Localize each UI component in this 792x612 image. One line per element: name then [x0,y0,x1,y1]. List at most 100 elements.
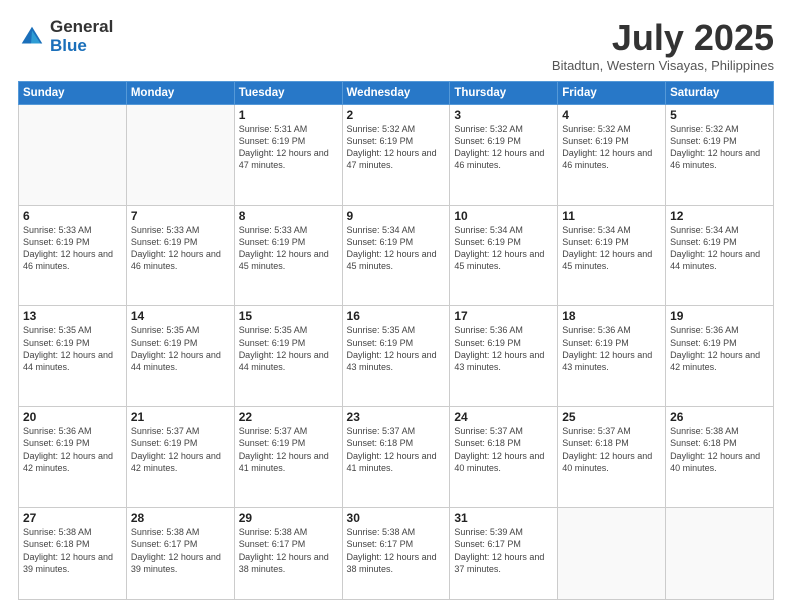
day-number: 17 [454,309,553,323]
calendar-cell: 7Sunrise: 5:33 AM Sunset: 6:19 PM Daylig… [126,205,234,306]
calendar-cell: 12Sunrise: 5:34 AM Sunset: 6:19 PM Dayli… [666,205,774,306]
day-number: 15 [239,309,338,323]
day-number: 4 [562,108,661,122]
day-info: Sunrise: 5:37 AM Sunset: 6:18 PM Dayligh… [454,425,553,474]
logo-icon [18,23,46,51]
day-info: Sunrise: 5:34 AM Sunset: 6:19 PM Dayligh… [454,224,553,273]
day-info: Sunrise: 5:36 AM Sunset: 6:19 PM Dayligh… [23,425,122,474]
day-info: Sunrise: 5:34 AM Sunset: 6:19 PM Dayligh… [670,224,769,273]
calendar-cell: 31Sunrise: 5:39 AM Sunset: 6:17 PM Dayli… [450,508,558,600]
day-info: Sunrise: 5:35 AM Sunset: 6:19 PM Dayligh… [131,324,230,373]
day-info: Sunrise: 5:37 AM Sunset: 6:18 PM Dayligh… [562,425,661,474]
calendar-cell: 24Sunrise: 5:37 AM Sunset: 6:18 PM Dayli… [450,407,558,508]
day-info: Sunrise: 5:36 AM Sunset: 6:19 PM Dayligh… [670,324,769,373]
calendar-cell [558,508,666,600]
weekday-header-row: SundayMondayTuesdayWednesdayThursdayFrid… [19,81,774,104]
day-info: Sunrise: 5:38 AM Sunset: 6:17 PM Dayligh… [239,526,338,575]
day-number: 28 [131,511,230,525]
calendar-cell: 9Sunrise: 5:34 AM Sunset: 6:19 PM Daylig… [342,205,450,306]
day-info: Sunrise: 5:38 AM Sunset: 6:17 PM Dayligh… [131,526,230,575]
week-row-2: 6 Sunrise: 5:33 AM Sunset: 6:19 PM Daylig… [19,205,774,306]
day-info: Sunrise: 5:35 AM Sunset: 6:19 PM Dayligh… [23,324,122,373]
day-info: Sunrise: 5:33 AM Sunset: 6:19 PM Dayligh… [131,224,230,273]
logo-blue: Blue [50,37,113,56]
day-info: Sunrise: 5:34 AM Sunset: 6:19 PM Dayligh… [562,224,661,273]
calendar-cell: 8Sunrise: 5:33 AM Sunset: 6:19 PM Daylig… [234,205,342,306]
calendar-cell: 13Sunrise: 5:35 AM Sunset: 6:19 PM Dayli… [19,306,127,407]
calendar-cell: 10Sunrise: 5:34 AM Sunset: 6:19 PM Dayli… [450,205,558,306]
day-number: 6 [23,209,122,223]
day-number: 3 [454,108,553,122]
day-number: 22 [239,410,338,424]
day-info: Sunrise: 5:35 AM Sunset: 6:19 PM Dayligh… [239,324,338,373]
day-number: 11 [562,209,661,223]
header: General Blue July 2025 Bitadtun, Western… [18,18,774,73]
weekday-header-saturday: Saturday [666,81,774,104]
calendar-cell [19,104,127,205]
calendar-table: SundayMondayTuesdayWednesdayThursdayFrid… [18,81,774,600]
calendar-cell: 2Sunrise: 5:32 AM Sunset: 6:19 PM Daylig… [342,104,450,205]
day-number: 20 [23,410,122,424]
day-info: Sunrise: 5:38 AM Sunset: 6:18 PM Dayligh… [670,425,769,474]
day-number: 14 [131,309,230,323]
calendar-cell: 30Sunrise: 5:38 AM Sunset: 6:17 PM Dayli… [342,508,450,600]
calendar-cell: 28Sunrise: 5:38 AM Sunset: 6:17 PM Dayli… [126,508,234,600]
logo: General Blue [18,18,113,55]
day-info: Sunrise: 5:32 AM Sunset: 6:19 PM Dayligh… [670,123,769,172]
day-number: 30 [347,511,446,525]
title-month: July 2025 [552,18,774,58]
title-block: July 2025 Bitadtun, Western Visayas, Phi… [552,18,774,73]
day-info: Sunrise: 5:39 AM Sunset: 6:17 PM Dayligh… [454,526,553,575]
calendar-cell: 3Sunrise: 5:32 AM Sunset: 6:19 PM Daylig… [450,104,558,205]
calendar-cell: 26Sunrise: 5:38 AM Sunset: 6:18 PM Dayli… [666,407,774,508]
day-number: 8 [239,209,338,223]
logo-general: General [50,18,113,37]
week-row-3: 13Sunrise: 5:35 AM Sunset: 6:19 PM Dayli… [19,306,774,407]
day-number: 31 [454,511,553,525]
day-number: 29 [239,511,338,525]
day-info: Sunrise: 5:37 AM Sunset: 6:19 PM Dayligh… [131,425,230,474]
calendar-cell: 18Sunrise: 5:36 AM Sunset: 6:19 PM Dayli… [558,306,666,407]
calendar-cell: 5Sunrise: 5:32 AM Sunset: 6:19 PM Daylig… [666,104,774,205]
day-number: 13 [23,309,122,323]
day-number: 12 [670,209,769,223]
calendar-cell: 14Sunrise: 5:35 AM Sunset: 6:19 PM Dayli… [126,306,234,407]
day-info: Sunrise: 5:32 AM Sunset: 6:19 PM Dayligh… [347,123,446,172]
day-info: Sunrise: 5:31 AM Sunset: 6:19 PM Dayligh… [239,123,338,172]
page: General Blue July 2025 Bitadtun, Western… [0,0,792,612]
day-info: Sunrise: 5:36 AM Sunset: 6:19 PM Dayligh… [454,324,553,373]
day-number: 27 [23,511,122,525]
logo-text: General Blue [50,18,113,55]
day-info: Sunrise: 5:38 AM Sunset: 6:17 PM Dayligh… [347,526,446,575]
calendar-cell: 22Sunrise: 5:37 AM Sunset: 6:19 PM Dayli… [234,407,342,508]
calendar-cell: 6Sunrise: 5:33 AM Sunset: 6:19 PM Daylig… [19,205,127,306]
calendar-cell: 25Sunrise: 5:37 AM Sunset: 6:18 PM Dayli… [558,407,666,508]
week-row-1: 1Sunrise: 5:31 AM Sunset: 6:19 PM Daylig… [19,104,774,205]
day-number: 18 [562,309,661,323]
weekday-header-monday: Monday [126,81,234,104]
calendar-cell: 21Sunrise: 5:37 AM Sunset: 6:19 PM Dayli… [126,407,234,508]
day-number: 21 [131,410,230,424]
day-number: 25 [562,410,661,424]
day-info: Sunrise: 5:35 AM Sunset: 6:19 PM Dayligh… [347,324,446,373]
calendar-cell: 17Sunrise: 5:36 AM Sunset: 6:19 PM Dayli… [450,306,558,407]
calendar-cell: 4Sunrise: 5:32 AM Sunset: 6:19 PM Daylig… [558,104,666,205]
day-info: Sunrise: 5:32 AM Sunset: 6:19 PM Dayligh… [454,123,553,172]
weekday-header-thursday: Thursday [450,81,558,104]
day-number: 24 [454,410,553,424]
day-number: 23 [347,410,446,424]
day-info: Sunrise: 5:32 AM Sunset: 6:19 PM Dayligh… [562,123,661,172]
day-number: 9 [347,209,446,223]
calendar-cell: 15Sunrise: 5:35 AM Sunset: 6:19 PM Dayli… [234,306,342,407]
day-info: Sunrise: 5:36 AM Sunset: 6:19 PM Dayligh… [562,324,661,373]
calendar-cell: 20Sunrise: 5:36 AM Sunset: 6:19 PM Dayli… [19,407,127,508]
day-info: Sunrise: 5:38 AM Sunset: 6:18 PM Dayligh… [23,526,122,575]
day-number: 19 [670,309,769,323]
calendar-cell: 23Sunrise: 5:37 AM Sunset: 6:18 PM Dayli… [342,407,450,508]
calendar-cell: 11Sunrise: 5:34 AM Sunset: 6:19 PM Dayli… [558,205,666,306]
day-number: 5 [670,108,769,122]
day-info: Sunrise: 5:34 AM Sunset: 6:19 PM Dayligh… [347,224,446,273]
calendar-cell: 16Sunrise: 5:35 AM Sunset: 6:19 PM Dayli… [342,306,450,407]
calendar-cell [126,104,234,205]
day-info: Sunrise: 5:37 AM Sunset: 6:18 PM Dayligh… [347,425,446,474]
